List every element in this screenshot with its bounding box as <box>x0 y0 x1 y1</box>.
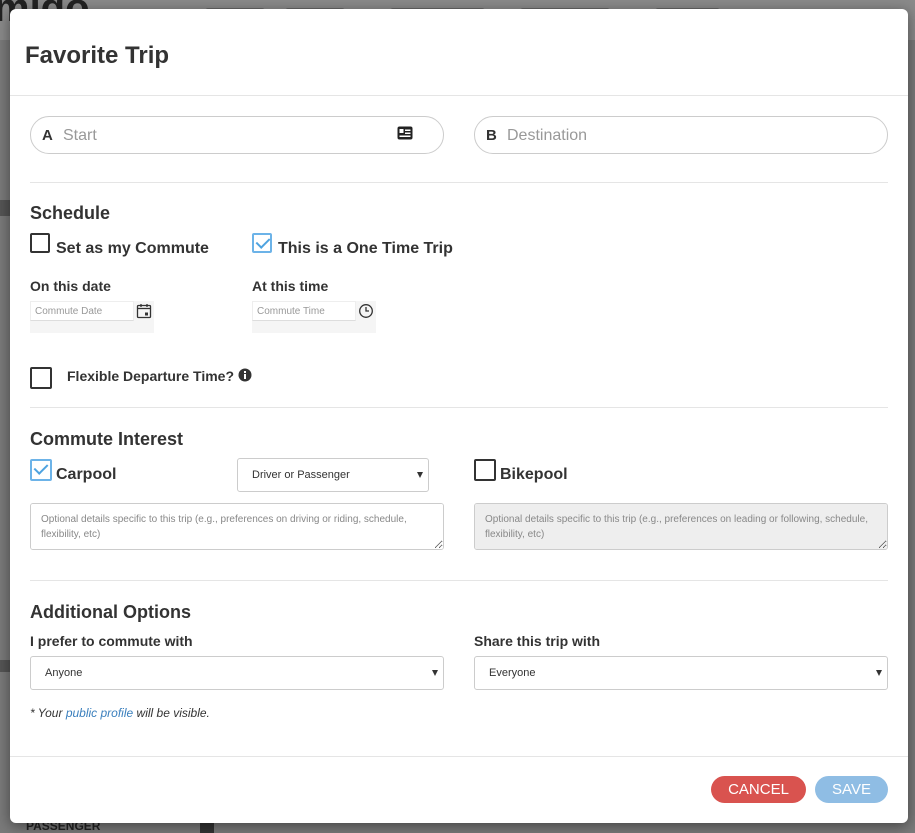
save-button[interactable]: SAVE <box>815 776 888 803</box>
additional-options-title: Additional Options <box>30 602 191 622</box>
commute-label: Set as my Commute <box>56 240 209 257</box>
share-trip-value: Everyone <box>489 667 536 679</box>
favorite-trip-modal: Favorite Trip A B Schedule Set as my Com… <box>10 9 908 823</box>
divider <box>30 182 888 183</box>
one-time-trip-label: This is a One Time Trip <box>278 240 453 257</box>
public-profile-note: * Your public profile will be visible. <box>30 706 210 720</box>
commute-date-input[interactable] <box>30 301 134 321</box>
carpool-role-select[interactable]: Driver or Passenger <box>237 458 429 492</box>
carpool-checkbox[interactable] <box>30 459 52 481</box>
bikepool-details-textarea <box>474 503 888 550</box>
note-prefix: * Your <box>30 706 66 720</box>
divider <box>30 580 888 581</box>
modal-title: Favorite Trip <box>25 42 170 69</box>
info-icon[interactable] <box>238 368 252 382</box>
prefer-commute-label: I prefer to commute with <box>30 633 193 649</box>
calendar-icon[interactable] <box>136 303 152 319</box>
start-input[interactable] <box>61 124 385 148</box>
flexible-departure-label: Flexible Departure Time? <box>67 368 235 384</box>
start-letter: A <box>42 127 53 144</box>
commute-checkbox[interactable] <box>30 233 50 253</box>
bikepool-label: Bikepool <box>500 466 568 483</box>
modal-header: Favorite Trip <box>10 9 908 96</box>
chevron-down-icon <box>417 472 423 478</box>
commute-time-input[interactable] <box>252 301 356 321</box>
start-field[interactable]: A <box>30 116 444 154</box>
flexible-departure-checkbox[interactable] <box>30 367 52 389</box>
chevron-down-icon <box>876 670 882 676</box>
destination-field[interactable]: B <box>474 116 888 154</box>
contact-card-icon[interactable] <box>397 126 413 140</box>
share-trip-select[interactable]: Everyone <box>474 656 888 690</box>
clock-icon[interactable] <box>358 303 374 319</box>
prefer-commute-select[interactable]: Anyone <box>30 656 444 690</box>
date-picker[interactable] <box>30 301 154 333</box>
chevron-down-icon <box>432 670 438 676</box>
public-profile-link[interactable]: public profile <box>66 706 133 720</box>
schedule-title: Schedule <box>30 203 111 223</box>
destination-input[interactable] <box>505 124 829 148</box>
bikepool-checkbox[interactable] <box>474 459 496 481</box>
carpool-details-textarea[interactable] <box>30 503 444 550</box>
date-label: On this date <box>30 278 111 294</box>
destination-letter: B <box>486 127 497 144</box>
commute-interest-title: Commute Interest <box>30 429 184 449</box>
note-suffix: will be visible. <box>133 706 210 720</box>
carpool-role-value: Driver or Passenger <box>252 469 350 481</box>
share-trip-label: Share this trip with <box>474 633 601 649</box>
time-picker[interactable] <box>252 301 376 333</box>
time-label: At this time <box>252 278 329 294</box>
cancel-button[interactable]: CANCEL <box>711 776 806 803</box>
divider <box>30 407 888 408</box>
one-time-trip-checkbox[interactable] <box>252 233 272 253</box>
prefer-commute-value: Anyone <box>45 667 83 679</box>
carpool-label: Carpool <box>56 466 117 483</box>
